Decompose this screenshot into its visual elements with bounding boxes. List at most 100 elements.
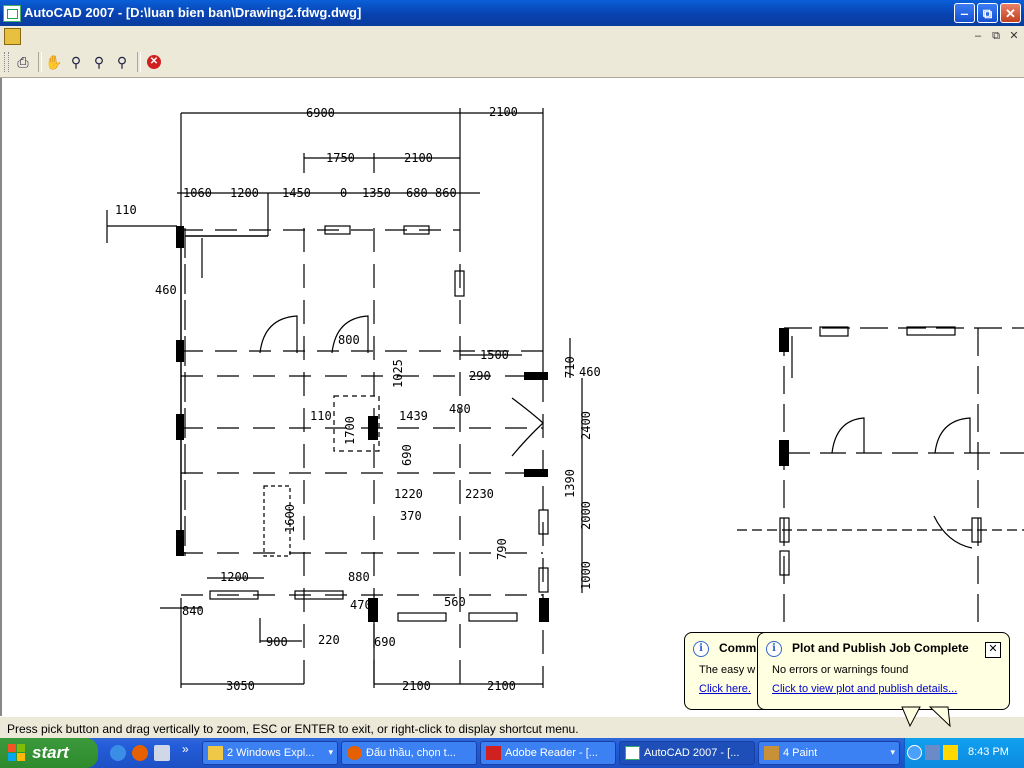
system-tray: 8:43 PM [904,738,1024,768]
plot-preview-canvas[interactable]: 6900 2100 1750 2100 1060 1200 1450 0 135… [0,78,1024,716]
dim-text: 880 [348,570,370,584]
dim-text: 480 [449,402,471,416]
dim-text: 2400 [579,411,593,440]
balloon-body: No errors or warnings found [772,664,909,676]
adobe-reader-icon [486,746,501,760]
dim-text: 1600 [283,504,297,533]
dim-text: 2230 [465,487,494,501]
dim-text: 1025 [391,359,405,388]
balloon-body: The easy w [699,664,756,676]
start-button[interactable]: start [0,738,98,768]
folder-icon [208,746,223,760]
task-adobe-reader[interactable]: Adobe Reader - [... [480,741,616,765]
plot-icon[interactable]: ⎙ [13,52,33,72]
balloon-link[interactable]: Click here. [699,683,751,695]
zoom-previous-icon[interactable]: ⚲ [112,52,132,72]
dim-text: 790 [495,538,509,560]
window-title: AutoCAD 2007 - [D:\luan bien ban\Drawing… [24,5,362,20]
dim-text: 3050 [226,679,255,693]
title-bar: AutoCAD 2007 - [D:\luan bien ban\Drawing… [0,0,1024,26]
info-icon: i [693,641,709,657]
dim-text: 690 [400,444,414,466]
paint-icon [764,746,779,760]
dim-text: 2100 [487,679,516,693]
zoom-realtime-icon[interactable]: ⚲ [66,52,86,72]
dim-text: 2100 [402,679,431,693]
dim-text: 370 [400,509,422,523]
balloon-pointers [901,706,951,728]
toolbar-separator [137,52,141,72]
dim-text: 860 [435,186,457,200]
info-icon: i [766,641,782,657]
dim-text: 2100 [489,105,518,119]
dim-text: 1220 [394,487,423,501]
task-label: Adobe Reader - [... [505,747,598,759]
pan-icon[interactable]: ✋ [44,52,64,72]
dim-text: 1750 [326,151,355,165]
dim-text: 110 [310,409,332,423]
mdi-restore-button[interactable]: ⧉ [988,28,1004,44]
status-bar: Press pick button and drag vertically to… [0,716,1024,739]
minimize-button[interactable]: ‒ [954,3,975,23]
task-autocad[interactable]: AutoCAD 2007 - [... [619,741,755,765]
unikey-icon[interactable] [943,745,958,760]
plot-complete-balloon[interactable]: i Plot and Publish Job Complete ✕ No err… [757,632,1010,710]
dim-text: 2100 [404,151,433,165]
dim-text: 690 [374,635,396,649]
dim-text: 1500 [480,348,509,362]
dim-text: 1000 [579,561,593,590]
close-button[interactable]: ✕ [1000,3,1021,23]
task-label: 2 Windows Expl... [227,747,315,759]
document-icon[interactable] [4,28,21,45]
task-windows-explorer[interactable]: 2 Windows Expl... ▾ [202,741,338,765]
internet-explorer-icon[interactable] [110,745,126,761]
dim-text: 1700 [343,416,357,445]
firefox-icon[interactable] [132,745,148,761]
command-prompt: Press pick button and drag vertically to… [7,722,579,736]
dim-text: 1060 [183,186,212,200]
dim-text: 1390 [563,469,577,498]
zoom-window-icon[interactable]: ⚲ [89,52,109,72]
dim-text: 1200 [220,570,249,584]
task-firefox[interactable]: Đấu thầu, chọn t... [341,741,477,765]
dim-text: 460 [579,365,601,379]
chevron-down-icon: ▾ [890,747,895,757]
dim-text: 0 [340,186,347,200]
firefox-icon [347,746,362,760]
toolbar-grip[interactable] [4,52,9,72]
task-label: Đấu thầu, chọn t... [366,747,456,759]
dim-text: 110 [115,203,137,217]
maximize-button[interactable]: ⧉ [977,3,998,23]
toolbar-separator [38,52,42,72]
mdi-minimize-button[interactable]: – [970,28,986,44]
dim-text: 1350 [362,186,391,200]
chevron-down-icon: ▾ [328,747,333,757]
close-preview-icon[interactable]: ✕ [147,55,161,69]
quick-launch-more[interactable]: » [182,742,189,756]
dim-text: 1200 [230,186,259,200]
floor-plan-drawing: 6900 2100 1750 2100 1060 1200 1450 0 135… [106,105,1024,693]
dim-text: 1450 [282,186,311,200]
dim-text: 900 [266,635,288,649]
balloon-close-button[interactable]: ✕ [985,642,1001,658]
task-paint[interactable]: 4 Paint ▾ [758,741,900,765]
autocad-app-icon[interactable] [3,5,21,22]
plot-details-link[interactable]: Click to view plot and publish details..… [772,683,957,695]
mdi-close-button[interactable]: ✕ [1006,28,1022,44]
dim-text: 470 [350,598,372,612]
task-label: AutoCAD 2007 - [... [644,747,740,759]
dim-text: 710 [563,356,577,378]
dim-text: 840 [182,604,204,618]
dim-text: 290 [469,369,491,383]
tray-expand-icon[interactable] [907,745,922,760]
dim-text: 2000 [579,501,593,530]
autocad-icon [625,746,640,760]
wall-hatch [176,226,789,622]
start-label: start [32,743,69,762]
menu-bar: – ⧉ ✕ [0,26,1024,46]
network-icon[interactable] [925,745,940,760]
task-label: 4 Paint [783,747,818,759]
taskbar: start » 2 Windows Expl... ▾ Đấu thầu, ch… [0,738,1024,768]
show-desktop-icon[interactable] [154,745,170,761]
clock[interactable]: 8:43 PM [968,746,1009,758]
